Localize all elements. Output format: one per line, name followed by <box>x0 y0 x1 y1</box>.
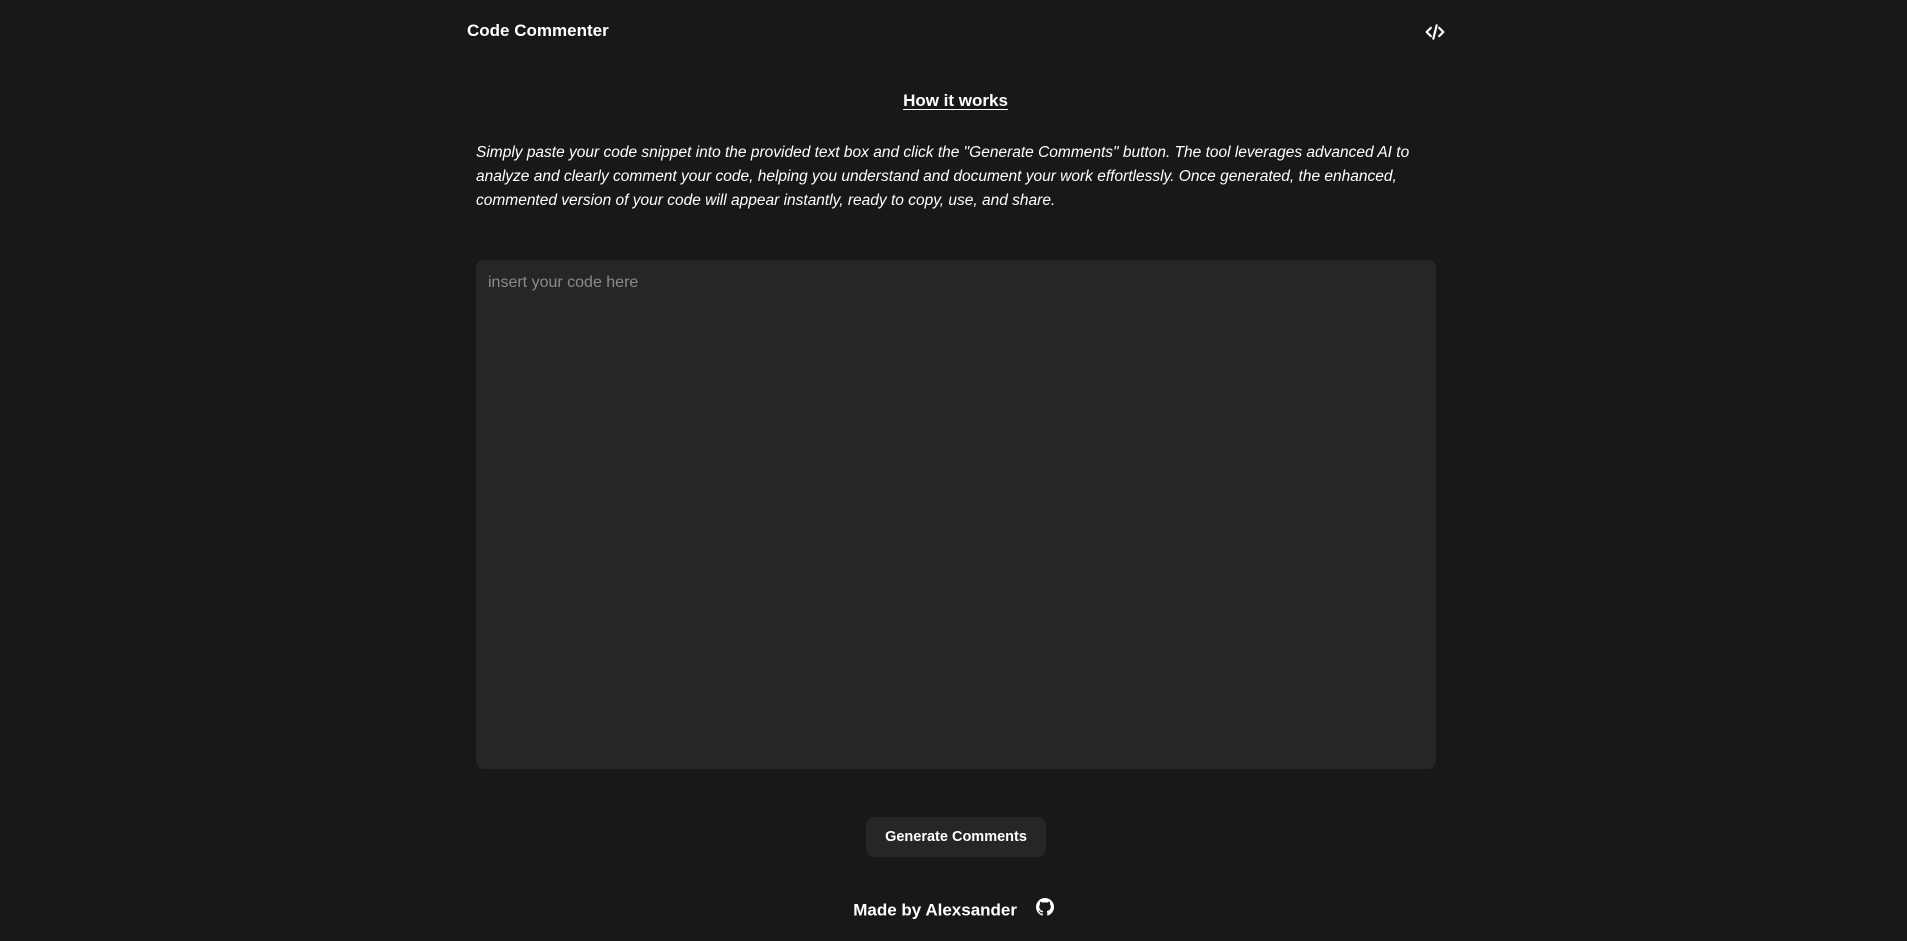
footer: Made by Alexsander <box>0 898 1907 921</box>
description-text: Simply paste your code snippet into the … <box>476 144 1410 209</box>
generate-comments-button[interactable]: Generate Comments <box>866 817 1046 857</box>
code-input[interactable] <box>476 260 1436 769</box>
footer-credit: Made by Alexsander <box>853 900 1018 920</box>
app-title: Code Commenter <box>467 21 609 40</box>
how-it-works-heading: How it works <box>903 91 1008 110</box>
github-icon[interactable] <box>1035 898 1054 916</box>
code-icon[interactable] <box>1425 22 1445 42</box>
